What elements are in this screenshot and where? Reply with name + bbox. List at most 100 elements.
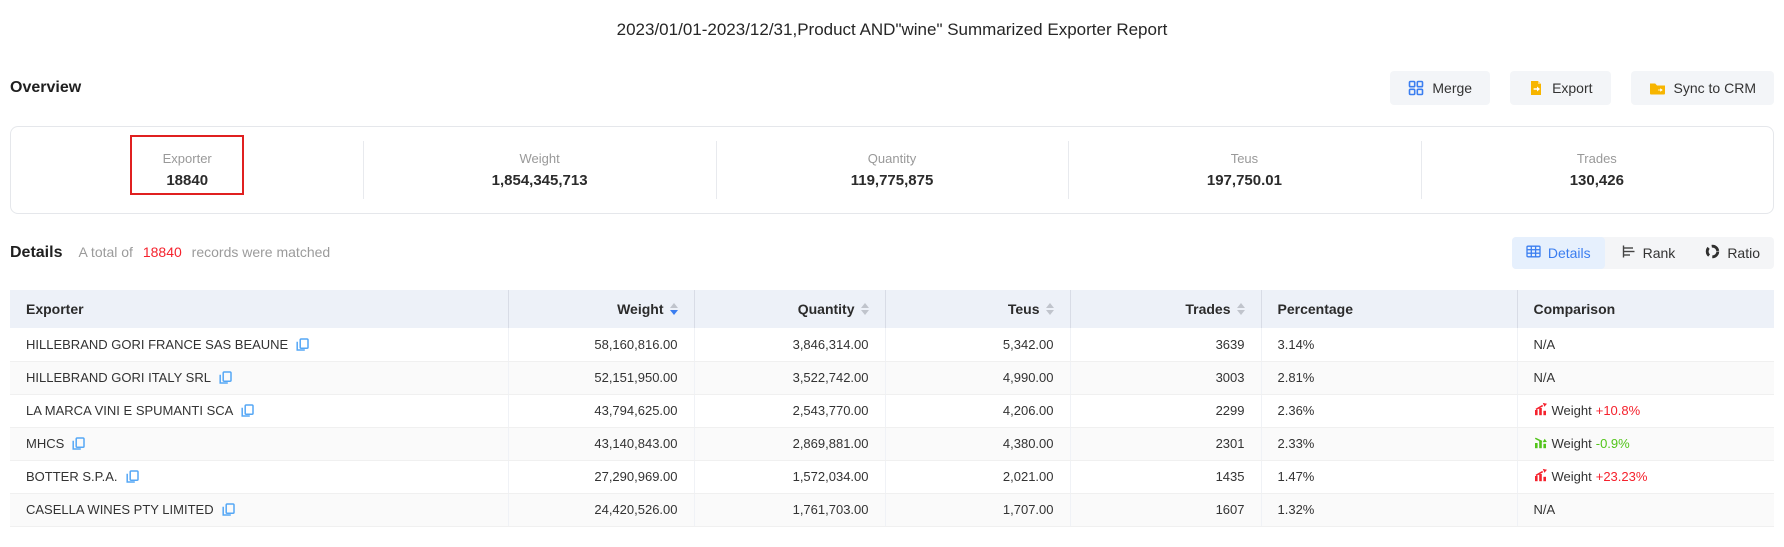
weight-cell: 43,140,843.00 xyxy=(508,427,694,460)
exporter-name[interactable]: HILLEBRAND GORI ITALY SRL xyxy=(26,370,211,385)
table-row: MHCS 43,140,843.00 2,869,881.00 4,380.00… xyxy=(10,427,1774,460)
comparison-cell: N/A xyxy=(1517,361,1774,394)
percentage-cell: 1.32% xyxy=(1261,493,1517,526)
column-header-comparison: Comparison xyxy=(1517,290,1774,328)
table-row: HILLEBRAND GORI FRANCE SAS BEAUNE 58,160… xyxy=(10,328,1774,361)
stat-value: 1,854,345,713 xyxy=(492,172,588,189)
stat-value: 119,775,875 xyxy=(851,172,934,189)
copy-icon[interactable] xyxy=(222,503,235,516)
details-header-row: Details A total of 18840 records were ma… xyxy=(10,236,1774,270)
copy-icon[interactable] xyxy=(72,437,85,450)
toolbar: Merge Export Sync to CRM xyxy=(1390,71,1774,105)
table-row: BOTTER S.P.A. 27,290,969.00 1,572,034.00… xyxy=(10,460,1774,493)
exporter-table: Exporter Weight Quantity Teus Trades xyxy=(10,290,1774,527)
stat-label: Exporter xyxy=(163,151,212,166)
column-header-quantity[interactable]: Quantity xyxy=(694,290,885,328)
details-heading-group: Details A total of 18840 records were ma… xyxy=(10,244,330,262)
details-heading: Details xyxy=(10,244,62,262)
copy-icon[interactable] xyxy=(126,470,139,483)
column-header-weight[interactable]: Weight xyxy=(508,290,694,328)
table-header: Exporter Weight Quantity Teus Trades xyxy=(10,290,1774,328)
percentage-cell: 1.47% xyxy=(1261,460,1517,493)
export-file-icon xyxy=(1528,80,1544,96)
comparison-metric: Weight xyxy=(1552,436,1592,451)
copy-icon[interactable] xyxy=(219,371,232,384)
stat-quantity: Quantity 119,775,875 xyxy=(716,127,1068,213)
teus-cell: 4,206.00 xyxy=(885,394,1070,427)
sync-folder-icon xyxy=(1649,80,1666,96)
view-tab-ratio[interactable]: Ratio xyxy=(1691,237,1774,269)
quantity-cell: 1,761,703.00 xyxy=(694,493,885,526)
copy-icon[interactable] xyxy=(241,404,254,417)
stat-trades: Trades 130,426 xyxy=(1421,127,1773,213)
teus-cell: 4,990.00 xyxy=(885,361,1070,394)
table-row: LA MARCA VINI E SPUMANTI SCA 43,794,625.… xyxy=(10,394,1774,427)
page-title: 2023/01/01-2023/12/31,Product AND"wine" … xyxy=(10,20,1774,40)
summary-prefix: A total of xyxy=(78,244,132,260)
copy-icon[interactable] xyxy=(296,338,309,351)
sort-icon-trades[interactable] xyxy=(1237,303,1245,315)
weight-cell: 58,160,816.00 xyxy=(508,328,694,361)
comparison-cell: N/A xyxy=(1517,493,1774,526)
merge-button-label: Merge xyxy=(1432,80,1472,96)
comparison-cell: Weight -0.9% xyxy=(1517,427,1774,460)
sort-icon-quantity[interactable] xyxy=(861,303,869,315)
trades-cell: 1607 xyxy=(1070,493,1261,526)
summary-suffix: records were matched xyxy=(192,244,331,260)
column-header-exporter: Exporter xyxy=(10,290,508,328)
quantity-cell: 3,846,314.00 xyxy=(694,328,885,361)
exporter-name[interactable]: CASELLA WINES PTY LIMITED xyxy=(26,502,214,517)
stat-value: 18840 xyxy=(166,172,208,189)
comparison-cell: Weight +23.23% xyxy=(1517,460,1774,493)
column-header-teus[interactable]: Teus xyxy=(885,290,1070,328)
overview-header-row: Overview Merge Export Sync to CRM xyxy=(10,70,1774,106)
overview-heading: Overview xyxy=(10,79,81,97)
view-tab-rank[interactable]: Rank xyxy=(1607,237,1690,269)
merge-icon xyxy=(1408,80,1424,96)
comparison-metric: Weight xyxy=(1552,403,1592,418)
quantity-cell: 1,572,034.00 xyxy=(694,460,885,493)
teus-cell: 4,380.00 xyxy=(885,427,1070,460)
exporter-name[interactable]: MHCS xyxy=(26,436,64,451)
weight-cell: 27,290,969.00 xyxy=(508,460,694,493)
sort-icon-weight[interactable] xyxy=(670,303,678,315)
exporter-name[interactable]: HILLEBRAND GORI FRANCE SAS BEAUNE xyxy=(26,337,288,352)
trades-cell: 2299 xyxy=(1070,394,1261,427)
view-tab-details[interactable]: Details xyxy=(1512,237,1605,269)
column-header-percentage: Percentage xyxy=(1261,290,1517,328)
trades-cell: 1435 xyxy=(1070,460,1261,493)
stat-label: Teus xyxy=(1231,151,1258,166)
summarized-exporter-report-page: 2023/01/01-2023/12/31,Product AND"wine" … xyxy=(0,20,1784,547)
trades-cell: 2301 xyxy=(1070,427,1261,460)
trades-cell: 3003 xyxy=(1070,361,1261,394)
export-button[interactable]: Export xyxy=(1510,71,1610,105)
stat-label: Trades xyxy=(1577,151,1617,166)
ratio-pie-icon xyxy=(1705,244,1720,262)
quantity-cell: 3,522,742.00 xyxy=(694,361,885,394)
sync-to-crm-button-label: Sync to CRM xyxy=(1674,80,1756,96)
exporter-name[interactable]: BOTTER S.P.A. xyxy=(26,469,118,484)
teus-cell: 5,342.00 xyxy=(885,328,1070,361)
teus-cell: 1,707.00 xyxy=(885,493,1070,526)
details-table-icon xyxy=(1526,244,1541,262)
summary-count: 18840 xyxy=(143,244,182,260)
up-trend-chart-icon xyxy=(1534,402,1548,419)
column-header-trades[interactable]: Trades xyxy=(1070,290,1261,328)
quantity-cell: 2,543,770.00 xyxy=(694,394,885,427)
stat-label: Quantity xyxy=(868,151,916,166)
up-trend-chart-icon xyxy=(1534,468,1548,485)
exporter-name[interactable]: LA MARCA VINI E SPUMANTI SCA xyxy=(26,403,233,418)
down-trend-chart-icon xyxy=(1534,435,1548,452)
percentage-cell: 2.36% xyxy=(1261,394,1517,427)
stat-label: Weight xyxy=(519,151,559,166)
stat-exporter: Exporter 18840 xyxy=(11,127,363,213)
teus-cell: 2,021.00 xyxy=(885,460,1070,493)
view-tab-ratio-label: Ratio xyxy=(1727,245,1760,261)
view-tab-details-label: Details xyxy=(1548,245,1591,261)
sync-to-crm-button[interactable]: Sync to CRM xyxy=(1631,71,1774,105)
stat-value: 197,750.01 xyxy=(1207,172,1282,189)
sort-icon-teus[interactable] xyxy=(1046,303,1054,315)
table-row: CASELLA WINES PTY LIMITED 24,420,526.00 … xyxy=(10,493,1774,526)
comparison-cell: N/A xyxy=(1517,328,1774,361)
merge-button[interactable]: Merge xyxy=(1390,71,1490,105)
